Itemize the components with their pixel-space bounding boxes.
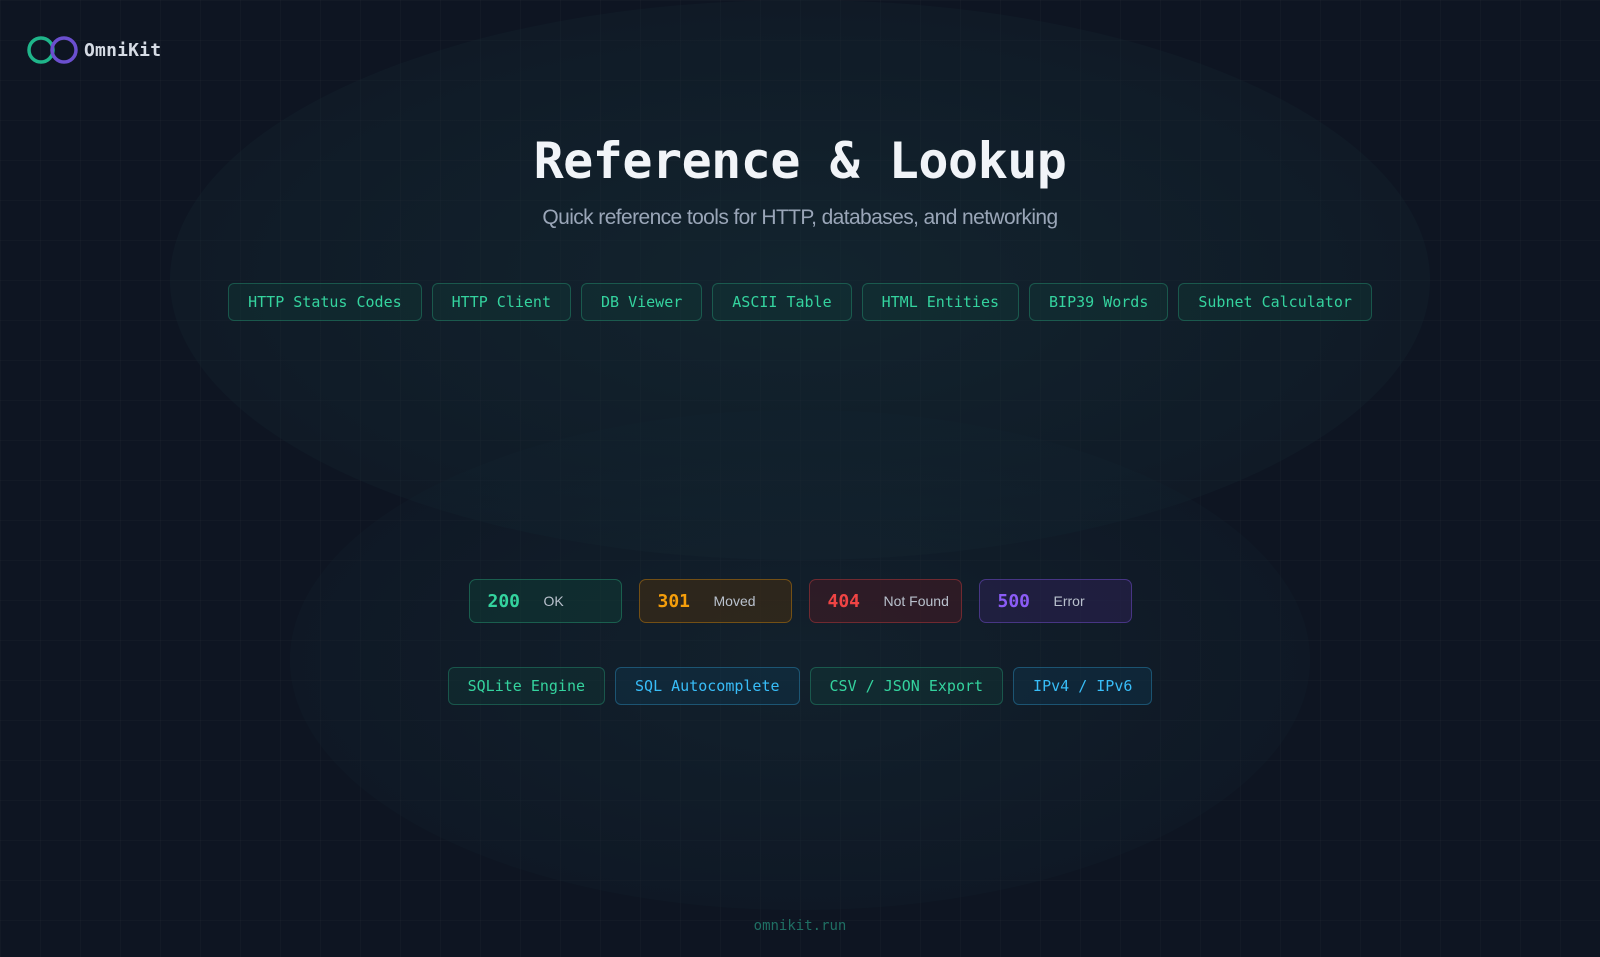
tool-chip-html-entities[interactable]: HTML Entities <box>861 283 1020 321</box>
tool-chip-row: HTTP Status Codes HTTP Client DB Viewer … <box>0 283 1600 321</box>
tool-chip-http-client[interactable]: HTTP Client <box>431 283 571 321</box>
brand-logo[interactable]: OmniKit <box>26 34 161 66</box>
status-text: Moved <box>713 593 756 609</box>
status-text: OK <box>543 593 564 609</box>
status-card-404: 404 Not Found <box>808 579 962 623</box>
footer-url-link[interactable]: omnikit.run <box>0 918 1600 934</box>
feature-chip-csv-json-export: CSV / JSON Export <box>809 667 1004 705</box>
feature-chip-sqlite-engine: SQLite Engine <box>447 667 606 705</box>
status-text: Error <box>1053 593 1085 609</box>
infinity-rings-icon <box>27 36 78 64</box>
tool-chip-http-status-codes[interactable]: HTTP Status Codes <box>228 283 422 321</box>
tool-chip-db-viewer[interactable]: DB Viewer <box>580 283 703 321</box>
status-code: 301 <box>657 590 691 612</box>
status-card-200: 200 OK <box>468 579 622 623</box>
tool-chip-ascii-table[interactable]: ASCII Table <box>712 283 852 321</box>
page-subtitle: Quick reference tools for HTTP, database… <box>542 206 1058 229</box>
status-code: 500 <box>997 590 1031 612</box>
status-card-301: 301 Moved <box>638 579 792 623</box>
status-text: Not Found <box>883 593 949 609</box>
tool-chip-subnet-calculator[interactable]: Subnet Calculator <box>1178 283 1372 321</box>
status-card-500: 500 Error <box>978 579 1132 623</box>
brand-name: OmniKit <box>84 39 162 61</box>
feature-chip-ipv4-ipv6: IPv4 / IPv6 <box>1013 667 1153 705</box>
feature-chip-row: SQLite Engine SQL Autocomplete CSV / JSO… <box>0 667 1600 705</box>
status-code-row: 200 OK 301 Moved 404 Not Found 500 Error <box>0 579 1600 623</box>
page-title: Reference & Lookup <box>533 132 1067 190</box>
tool-chip-bip39-words[interactable]: BIP39 Words <box>1029 283 1169 321</box>
background-glow-bottom <box>290 410 1310 910</box>
status-code: 404 <box>827 590 861 612</box>
status-code: 200 <box>487 590 521 612</box>
feature-chip-sql-autocomplete: SQL Autocomplete <box>615 667 800 705</box>
